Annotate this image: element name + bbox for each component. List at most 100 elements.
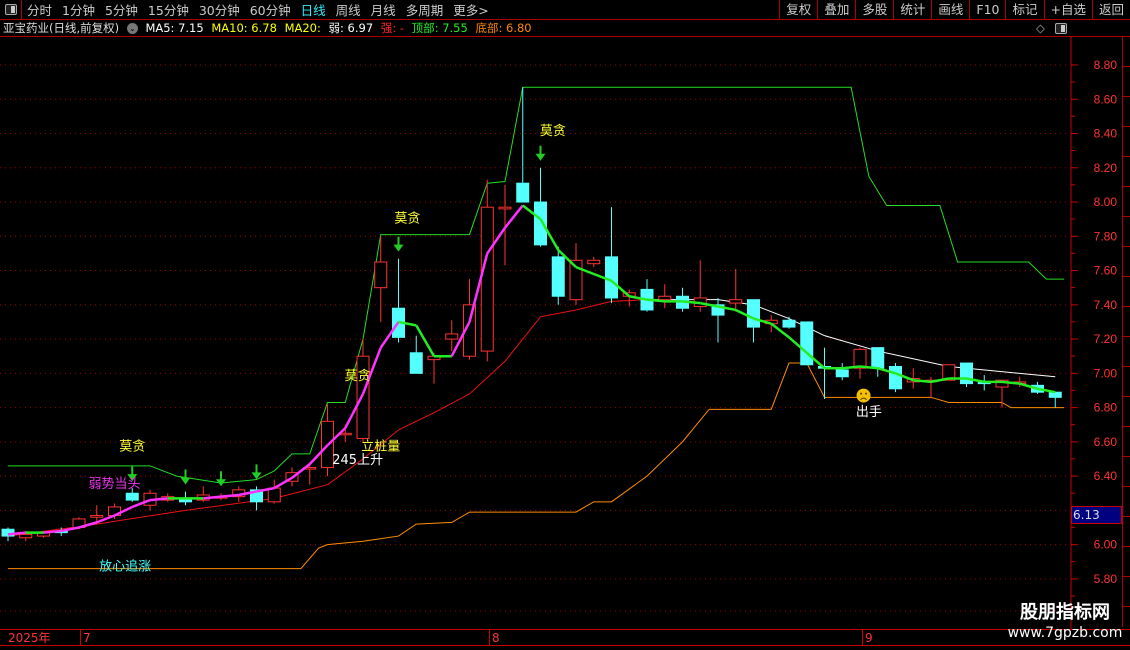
timeframe-tab[interactable]: 多周期	[401, 0, 449, 19]
side-panel-cell[interactable]	[1123, 427, 1130, 457]
ma-white-line	[647, 299, 1056, 378]
candle-body	[534, 201, 547, 246]
side-panel-cell[interactable]	[1123, 217, 1130, 247]
timeframe-tab[interactable]: 1分钟	[57, 0, 100, 19]
side-panel-cell[interactable]	[1123, 547, 1130, 577]
kline-chart[interactable]: 8.80 8.60 8.40 8.20 8.00 7.80 7.60 7.40 7.20 7.00…	[0, 37, 1122, 629]
side-panel-cell[interactable]	[1123, 37, 1130, 67]
side-panel-cell[interactable]	[1123, 517, 1130, 547]
down-arrow-icon	[393, 236, 404, 252]
ma-main-segment	[842, 365, 861, 370]
side-panel-cell[interactable]	[1123, 307, 1130, 337]
toolbar-button[interactable]: 统计	[893, 0, 931, 20]
candle	[374, 236, 388, 322]
toolbar-button[interactable]: 复权	[779, 0, 817, 20]
candle-body	[516, 182, 530, 203]
toolbar-button[interactable]: 画线	[931, 0, 969, 20]
timeframe-tab[interactable]: 周线	[331, 0, 366, 19]
candle	[267, 479, 281, 504]
candle	[534, 167, 547, 247]
panel-icon[interactable]	[1055, 23, 1067, 34]
side-panel-cell[interactable]	[1123, 277, 1130, 307]
candle	[729, 268, 743, 312]
ma-main-segment	[43, 529, 62, 534]
toolbar-button[interactable]: F10	[969, 0, 1005, 20]
chart-annotation: 放心追涨	[99, 558, 151, 574]
toolbar-button[interactable]: +自选	[1043, 0, 1092, 20]
timeframe-tab[interactable]: 30分钟	[194, 0, 245, 19]
timeframe-tab[interactable]: 日线	[296, 0, 331, 19]
chart-annotation: 莫贪	[540, 124, 566, 139]
side-panel-cell[interactable]	[1123, 457, 1130, 487]
candle	[1048, 391, 1062, 408]
candle-body	[445, 333, 459, 340]
side-panel-cell[interactable]	[1123, 247, 1130, 277]
side-panel-cell[interactable]	[1123, 367, 1130, 397]
down-arrow-icon	[251, 464, 262, 480]
candle-body	[1048, 391, 1062, 398]
candle	[587, 256, 601, 268]
candle	[995, 379, 1009, 408]
candle	[800, 321, 814, 366]
candle	[747, 299, 760, 343]
toolbar-button[interactable]: 标记	[1005, 0, 1043, 20]
lower-band-line	[8, 362, 1065, 570]
indicator-info-bar: 亚宝药业(日线,前复权) ⌄ MA5: 7.15 MA10: 6.78 MA20…	[0, 20, 1130, 37]
side-panel-cell[interactable]	[1123, 187, 1130, 217]
axis-tick-label: 8.00	[1094, 195, 1118, 209]
ma-main-segment	[1001, 380, 1020, 385]
toolbar-button[interactable]: 返回	[1091, 0, 1130, 20]
chart-annotation: 莫贪	[345, 369, 371, 384]
side-panel-strip[interactable]	[1122, 37, 1130, 627]
toolbar-button[interactable]: 多股	[855, 0, 893, 20]
bottom-value: 底部: 6.80	[475, 21, 532, 35]
diamond-icon[interactable]: ◇	[1036, 20, 1045, 37]
candle-body	[125, 492, 139, 501]
candle-body	[782, 319, 796, 328]
panel-toggle-button[interactable]	[0, 0, 22, 20]
candle-body	[747, 299, 760, 328]
timeframe-tab[interactable]: 月线	[366, 0, 401, 19]
candle-body	[835, 369, 849, 378]
timeframe-tab[interactable]: 60分钟	[245, 0, 296, 19]
ma-main-segment	[930, 377, 949, 384]
toolbar-button[interactable]: 叠加	[817, 0, 855, 20]
side-panel-cell[interactable]	[1123, 397, 1130, 427]
candle	[569, 243, 583, 305]
side-panel-cell[interactable]	[1123, 127, 1130, 157]
ma-main-segment	[415, 324, 436, 357]
candle-body	[498, 206, 512, 210]
axis-tick-label: 6.60	[1094, 435, 1118, 449]
upper-band-line	[8, 86, 1065, 484]
timeframe-tab[interactable]: 更多>	[448, 0, 493, 19]
candle-body	[853, 348, 867, 369]
chevron-down-icon[interactable]: ⌄	[126, 23, 138, 34]
ma-main-segment	[913, 378, 932, 384]
axis-tick-label: 6.40	[1094, 469, 1118, 483]
side-panel-cell[interactable]	[1123, 97, 1130, 127]
side-panel-cell[interactable]	[1123, 67, 1130, 97]
ma-main-segment	[7, 531, 26, 536]
right-toolbar: 复权 叠加 多股 统计 画线 F10 标记 +自选 返回	[779, 0, 1130, 20]
candle	[835, 363, 849, 381]
stock-title: 亚宝药业(日线,前复权)	[3, 21, 120, 35]
candle	[409, 335, 423, 374]
ma-main-segment	[859, 365, 878, 370]
candle	[871, 347, 885, 377]
side-panel-cell[interactable]	[1123, 157, 1130, 187]
axis-tick-label: 8.80	[1094, 58, 1118, 72]
period-toolbar: 分时 1分钟 5分钟 15分钟 30分钟 60分钟 日线 周线 月线 多周期 更多> 复权 叠加 多股统…	[0, 0, 1130, 20]
ma-main-segment	[220, 493, 239, 498]
current-price-label: 6.13	[1071, 506, 1122, 524]
timeframe-tab[interactable]: 分时	[22, 0, 57, 19]
timeframe-tab[interactable]: 5分钟	[100, 0, 143, 19]
ma20-label: MA20:	[284, 21, 321, 35]
side-panel-cell[interactable]	[1123, 487, 1130, 517]
timeframe-tab[interactable]: 15分钟	[143, 0, 194, 19]
candle	[498, 184, 512, 266]
candle	[303, 462, 317, 485]
side-panel-cell[interactable]	[1123, 337, 1130, 367]
axis-tick-label: 7.20	[1094, 332, 1118, 346]
down-arrow-icon	[535, 145, 546, 161]
sad-face-eye	[860, 392, 863, 395]
